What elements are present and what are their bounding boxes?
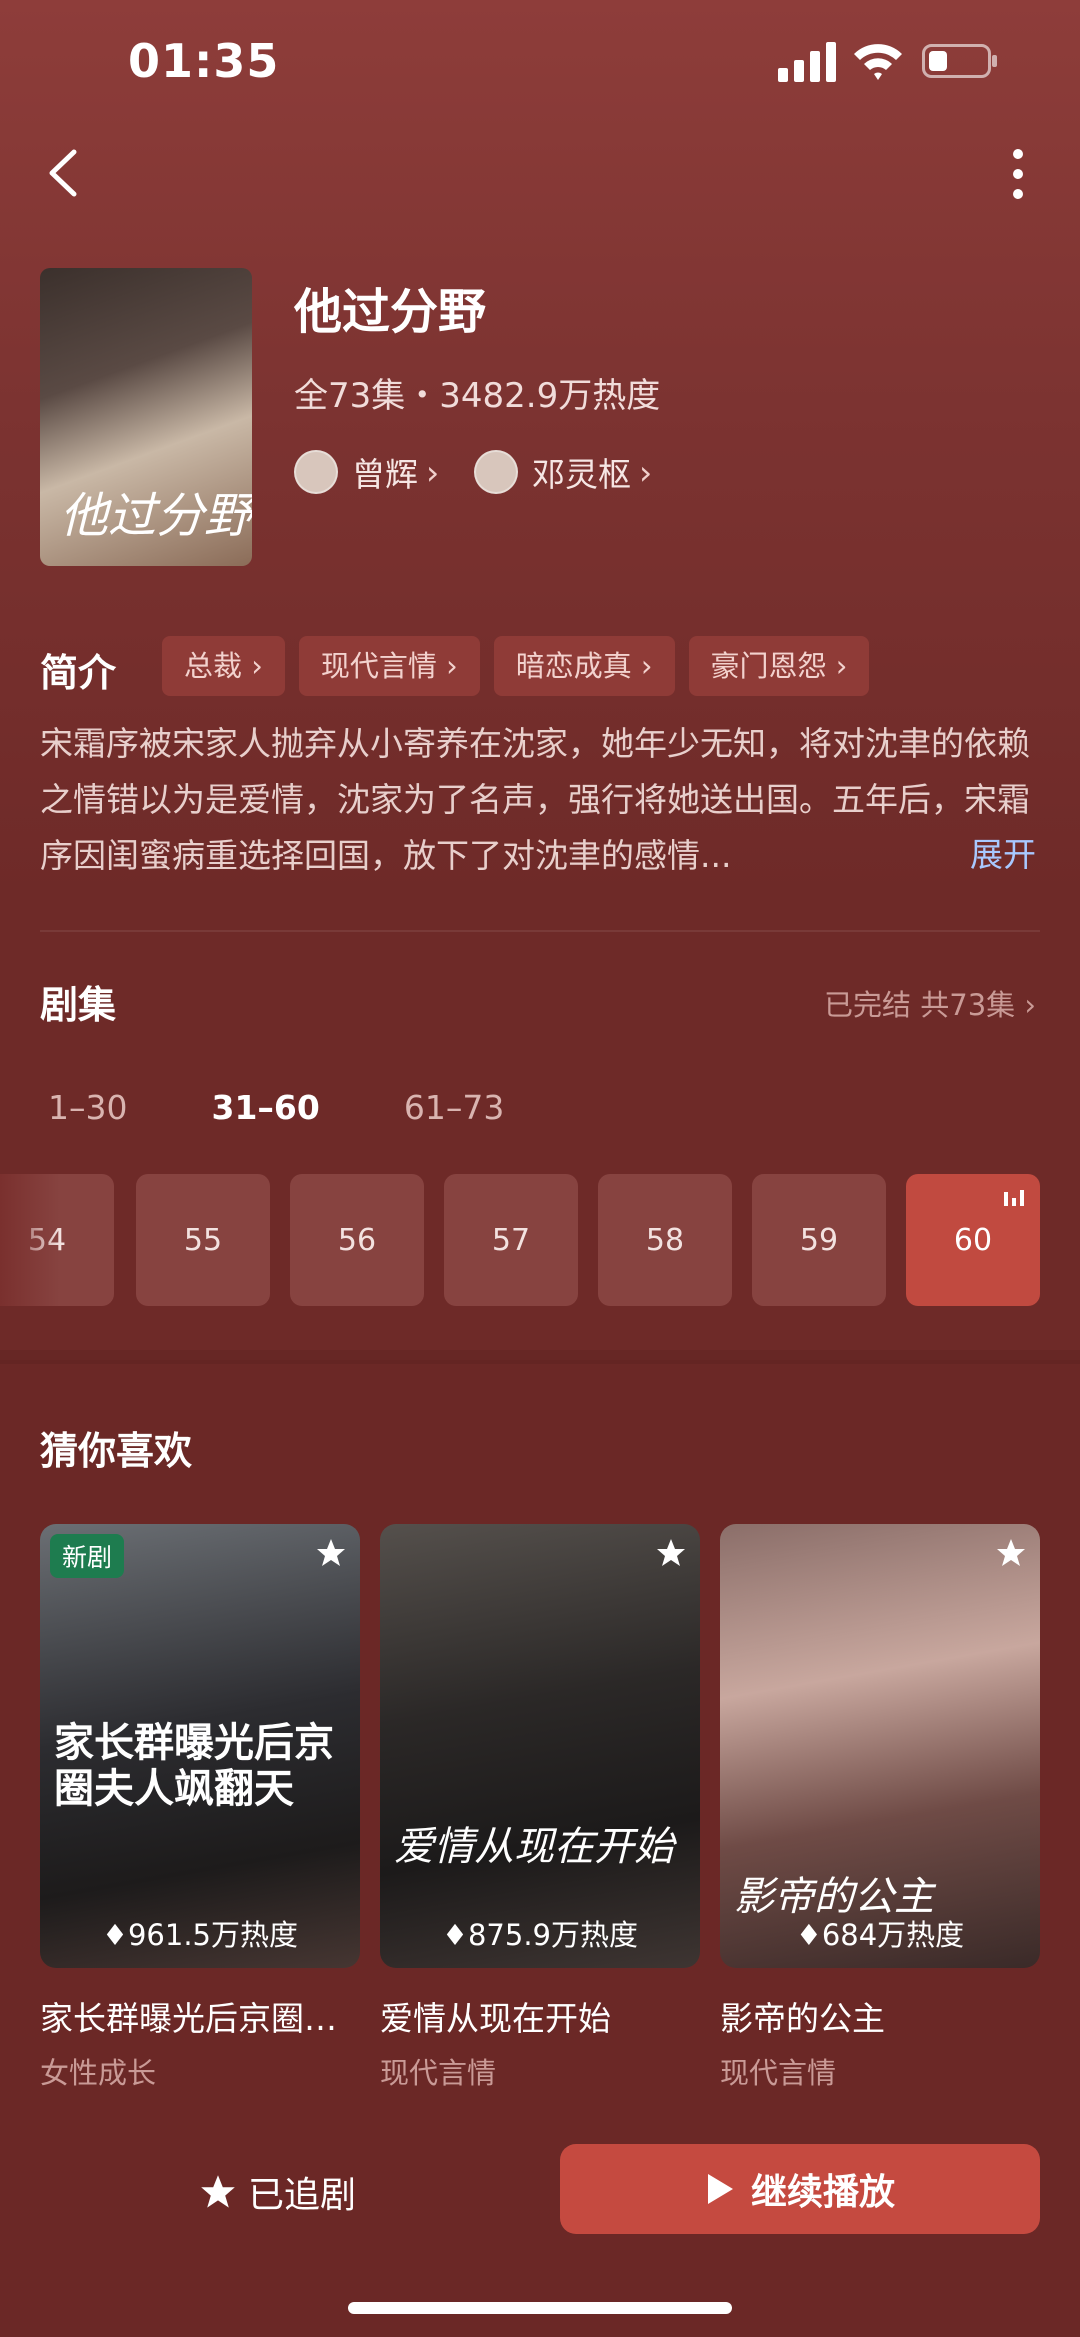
battery-icon — [922, 44, 997, 78]
divider — [40, 930, 1040, 932]
range-tab[interactable]: 1–30 — [48, 1088, 128, 1127]
actor-avatar — [474, 450, 518, 494]
now-playing-icon — [1004, 1190, 1024, 1206]
card-thumbnail: 影帝的公主 ♦684万热度 — [720, 1524, 1040, 1968]
episode-button[interactable]: 56 — [290, 1174, 424, 1306]
recommend-heading: 猜你喜欢 — [40, 1429, 193, 1473]
card-title: 爱情从现在开始 — [380, 1999, 611, 2038]
recommend-card[interactable]: 爱情从现在开始 ♦875.9万热度 爱情从现在开始 现代言情 — [380, 1524, 700, 2092]
recommend-card[interactable]: 新剧 家长群曝光后京圈夫人飒翻天 ♦961.5万热度 家长群曝光后京圈… 女性成… — [40, 1524, 360, 2092]
card-title: 影帝的公主 — [720, 1999, 885, 2038]
thumbnail-title-art: 家长群曝光后京圈夫人飒翻天 — [54, 1720, 334, 1812]
follow-button[interactable]: 已追剧 — [200, 2166, 356, 2218]
episode-button[interactable]: 55 — [136, 1174, 270, 1306]
wifi-icon — [854, 44, 902, 80]
actor-avatar — [294, 450, 338, 494]
episodes-status-link[interactable]: 已完结 共73集 › — [824, 982, 1036, 1024]
card-genre: 现代言情 — [720, 2056, 837, 2090]
tag-chip[interactable]: 现代言情 › — [298, 636, 480, 696]
star-icon — [201, 2175, 235, 2208]
play-icon — [707, 2174, 733, 2204]
episode-button[interactable]: 57 — [444, 1174, 578, 1306]
tag-chip[interactable]: 总裁 › — [162, 636, 285, 696]
tag-chip[interactable]: 暗恋成真 › — [493, 636, 675, 696]
chevron-right-icon: › — [639, 452, 653, 492]
actor-name: 曾辉 — [352, 455, 418, 494]
drama-meta: 全73集・3482.9万热度 — [294, 376, 661, 416]
card-thumbnail: 新剧 家长群曝光后京圈夫人飒翻天 ♦961.5万热度 — [40, 1524, 360, 1968]
synopsis-text: 宋霜序被宋家人抛弃从小寄养在沈家，她年少无知，将对沈聿的依赖之情错以为是爱情，沈… — [40, 724, 1030, 875]
favorite-star-icon[interactable] — [996, 1538, 1026, 1568]
card-thumbnail: 爱情从现在开始 ♦875.9万热度 — [380, 1524, 700, 1968]
tag-chip[interactable]: 豪门恩怨 › — [688, 636, 870, 696]
actor-link-1[interactable]: 曾辉 › — [294, 448, 439, 496]
expand-link[interactable]: 展开 — [970, 828, 1036, 876]
chevron-right-icon: › — [426, 452, 440, 492]
episode-list: 54 55 56 57 58 59 60 — [0, 1174, 1080, 1306]
episode-button[interactable]: 59 — [752, 1174, 886, 1306]
new-badge: 新剧 — [50, 1534, 125, 1578]
scroll-fade — [0, 1174, 60, 1306]
drama-title: 他过分野 — [294, 284, 487, 340]
drama-poster: 他过分野 — [40, 268, 252, 566]
favorite-star-icon[interactable] — [656, 1538, 686, 1568]
status-time: 01:35 — [128, 34, 280, 88]
back-button[interactable] — [40, 146, 90, 200]
range-tab[interactable]: 61–73 — [404, 1088, 504, 1127]
episode-button-current[interactable]: 60 — [906, 1174, 1040, 1306]
card-genre: 现代言情 — [380, 2056, 497, 2090]
thumbnail-title-art: 爱情从现在开始 — [394, 1824, 674, 1870]
episode-range-tabs: 1–30 31–60 61–73 — [48, 1088, 588, 1127]
continue-play-button[interactable]: 继续播放 — [560, 2144, 1040, 2234]
actor-name: 邓灵枢 — [532, 455, 631, 494]
section-separator — [0, 1350, 1080, 1364]
heat-label: ♦684万热度 — [795, 1918, 965, 1952]
recommend-card[interactable]: 影帝的公主 ♦684万热度 影帝的公主 现代言情 — [720, 1524, 1040, 2092]
card-title: 家长群曝光后京圈… — [40, 1999, 337, 2038]
home-indicator[interactable] — [348, 2302, 732, 2314]
actor-link-2[interactable]: 邓灵枢 › — [474, 448, 652, 496]
heat-label: ♦961.5万热度 — [101, 1918, 299, 1952]
genre-tags: 总裁 › 现代言情 › 暗恋成真 › 豪门恩怨 › — [162, 636, 870, 696]
favorite-star-icon[interactable] — [316, 1538, 346, 1568]
episodes-heading: 剧集 — [40, 983, 117, 1027]
heat-label: ♦875.9万热度 — [441, 1918, 639, 1952]
more-options-icon[interactable] — [1000, 146, 1036, 202]
range-tab-active[interactable]: 31–60 — [212, 1088, 320, 1127]
episode-button[interactable]: 58 — [598, 1174, 732, 1306]
intro-heading: 简介 — [40, 651, 117, 695]
poster-title-art: 他过分野 — [60, 488, 252, 544]
card-genre: 女性成长 — [40, 2056, 157, 2090]
cellular-signal-icon — [778, 42, 836, 82]
